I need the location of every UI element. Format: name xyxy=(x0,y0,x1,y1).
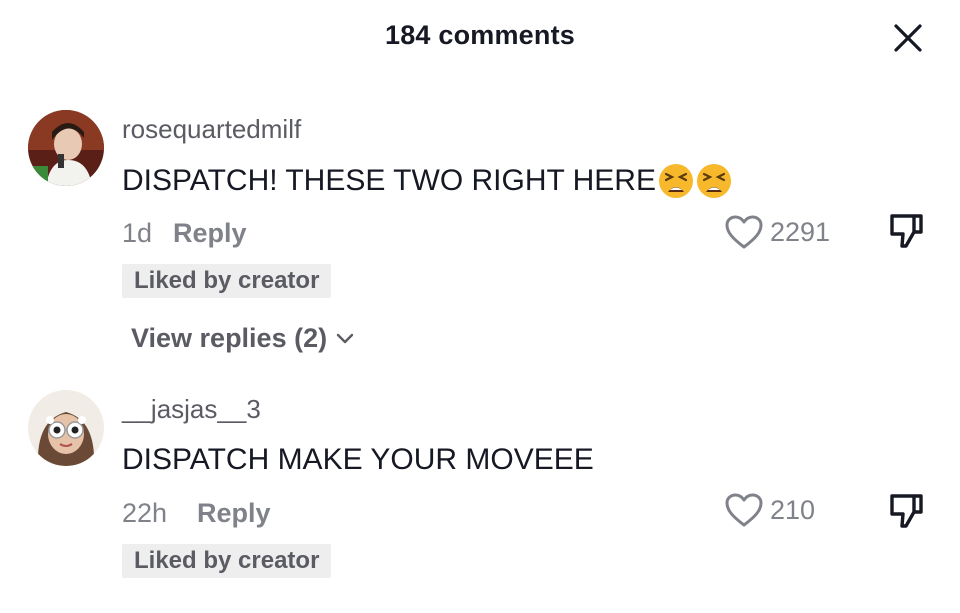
comment-text: DISPATCH MAKE YOUR MOVEEE xyxy=(122,443,594,477)
avatar[interactable] xyxy=(28,390,104,466)
reply-button[interactable]: Reply xyxy=(197,498,271,529)
comment-item: __jasjas__3 DISPATCH MAKE YOUR MOVEEE 22… xyxy=(0,0,960,613)
dislike-button[interactable] xyxy=(884,488,928,532)
like-button[interactable]: 210 xyxy=(724,492,815,528)
liked-by-creator-badge: Liked by creator xyxy=(122,544,332,578)
thumbs-down-icon xyxy=(890,494,923,528)
comment-text-content: DISPATCH MAKE YOUR MOVEEE xyxy=(122,443,594,476)
username[interactable]: __jasjas__3 xyxy=(122,394,261,425)
avatar-image xyxy=(28,390,104,466)
comment-time: 22h xyxy=(122,498,168,528)
heart-icon xyxy=(725,493,763,527)
like-count: 210 xyxy=(770,494,816,525)
